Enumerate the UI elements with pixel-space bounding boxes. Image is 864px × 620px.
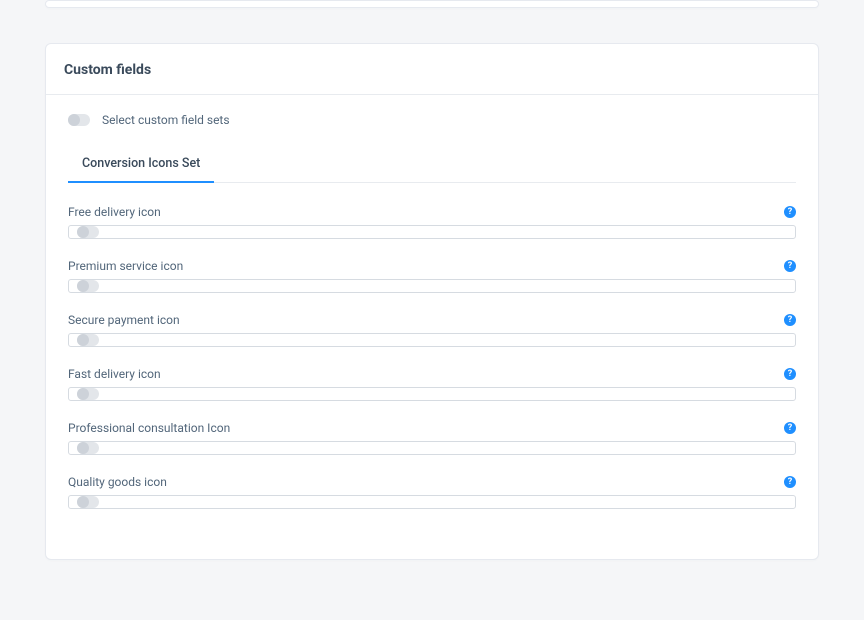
field-label: Premium service icon (68, 259, 183, 273)
field-input[interactable] (68, 387, 796, 401)
field-toggle[interactable] (77, 388, 99, 400)
tab-conversion-icons[interactable]: Conversion Icons Set (68, 156, 214, 183)
field-label-row: Free delivery icon ? (68, 205, 796, 219)
field-toggle[interactable] (77, 442, 99, 454)
toggle-knob (68, 114, 80, 126)
field-input[interactable] (68, 279, 796, 293)
toggle-knob (77, 442, 89, 454)
field-input[interactable] (68, 225, 796, 239)
toggle-knob (77, 388, 89, 400)
help-icon[interactable]: ? (784, 206, 796, 218)
field-label: Free delivery icon (68, 205, 161, 219)
card-title: Custom fields (64, 62, 800, 78)
card-header: Custom fields (46, 44, 818, 95)
field-secure-payment: Secure payment icon ? (68, 313, 796, 347)
field-toggle[interactable] (77, 280, 99, 292)
toggle-knob (77, 334, 89, 346)
help-icon[interactable]: ? (784, 476, 796, 488)
toggle-knob (77, 226, 89, 238)
field-label: Quality goods icon (68, 475, 167, 489)
field-input[interactable] (68, 441, 796, 455)
toggle-knob (77, 280, 89, 292)
select-custom-sets-label: Select custom field sets (102, 113, 230, 127)
help-icon[interactable]: ? (784, 260, 796, 272)
field-label-row: Fast delivery icon ? (68, 367, 796, 381)
field-toggle[interactable] (77, 334, 99, 346)
help-icon[interactable]: ? (784, 314, 796, 326)
field-label: Secure payment icon (68, 313, 180, 327)
toggle-knob (77, 496, 89, 508)
previous-card-edge (45, 0, 819, 8)
field-label: Professional consultation Icon (68, 421, 230, 435)
select-custom-sets-row: Select custom field sets (68, 113, 796, 127)
field-label-row: Quality goods icon ? (68, 475, 796, 489)
field-toggle[interactable] (77, 226, 99, 238)
field-premium-service: Premium service icon ? (68, 259, 796, 293)
field-input[interactable] (68, 495, 796, 509)
field-label-row: Secure payment icon ? (68, 313, 796, 327)
field-free-delivery: Free delivery icon ? (68, 205, 796, 239)
card-body: Select custom field sets Conversion Icon… (46, 95, 818, 559)
field-toggle[interactable] (77, 496, 99, 508)
select-custom-sets-toggle[interactable] (68, 114, 90, 126)
field-quality-goods: Quality goods icon ? (68, 475, 796, 509)
field-label-row: Professional consultation Icon ? (68, 421, 796, 435)
custom-fields-card: Custom fields Select custom field sets C… (45, 43, 819, 560)
field-input[interactable] (68, 333, 796, 347)
help-icon[interactable]: ? (784, 422, 796, 434)
help-icon[interactable]: ? (784, 368, 796, 380)
field-professional-consultation: Professional consultation Icon ? (68, 421, 796, 455)
field-label-row: Premium service icon ? (68, 259, 796, 273)
field-fast-delivery: Fast delivery icon ? (68, 367, 796, 401)
field-label: Fast delivery icon (68, 367, 161, 381)
tabs: Conversion Icons Set (68, 155, 796, 183)
